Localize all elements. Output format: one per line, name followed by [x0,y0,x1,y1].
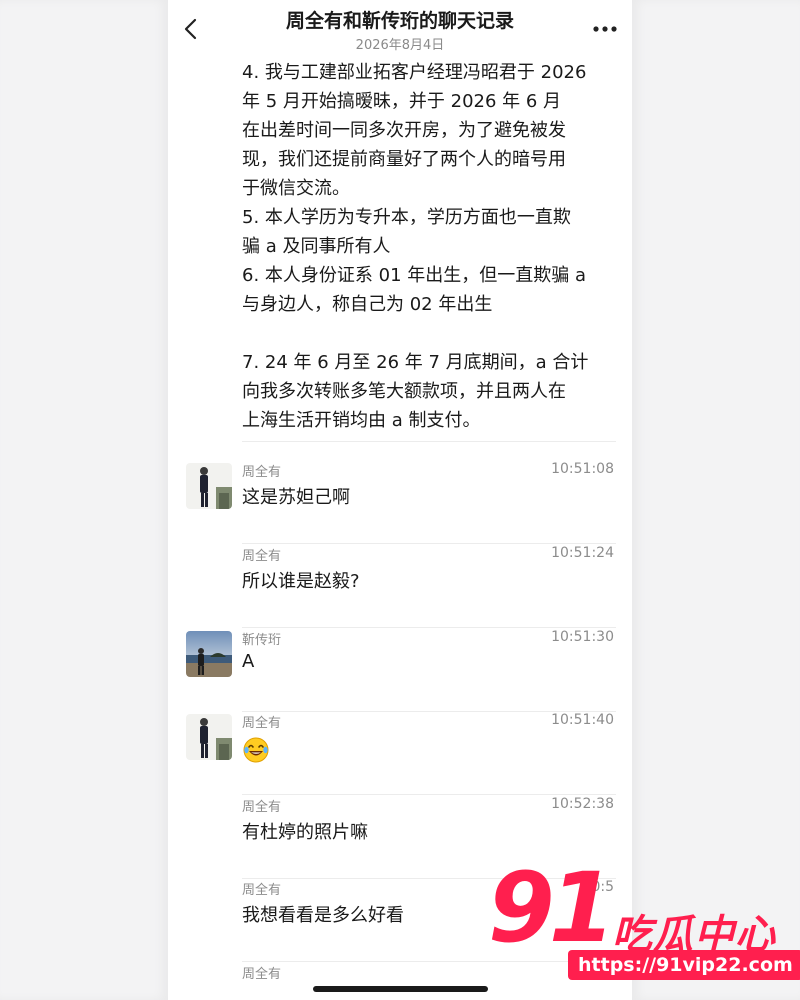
background-right [632,0,800,1000]
avatar[interactable] [186,631,232,677]
sender-name: 周全有 [242,716,282,731]
message-text: 这是苏妲己啊 [242,487,350,508]
message-time: 10:52:38 [551,796,614,812]
message-time: 10:51:30 [551,629,614,645]
header-bar: 周全有和靳传珩的聊天记录 2026年8月4日 [168,0,632,56]
chat-message: 周全有 10:51:40 [168,712,632,795]
message-time: 10:51:08 [551,461,614,477]
watermark-logo: 91 吃瓜中心 https://91vip22.com [488,852,800,986]
sender-name: 周全有 [242,549,282,564]
message-text [242,734,270,767]
sender-name: 周全有 [242,967,282,982]
message-text: A [242,651,255,672]
sender-name: 周全有 [242,883,282,898]
message-text: 所以谁是赵毅? [242,571,360,592]
chat-message: 周全有 10:51:24 所以谁是赵毅? [168,545,632,628]
chat-message: 周全有 10:51:08 这是苏妲己啊 [168,461,632,544]
divider [242,441,616,442]
divider [242,627,616,628]
message-text: 有杜婷的照片嘛 [242,822,368,843]
divider [242,794,616,795]
chevron-left-icon[interactable] [180,14,202,44]
sender-name: 周全有 [242,800,282,815]
page-title: 周全有和靳传珩的聊天记录 [285,10,514,32]
chat-date: 2026年8月4日 [355,38,445,53]
avatar[interactable] [186,714,232,760]
message-time: 10:51:40 [551,712,614,728]
watermark-url: https://91vip22.com [568,950,800,980]
chat-history-screen: 周全有和靳传珩的聊天记录 2026年8月4日 4. 我与工建部业拓客户经理冯昭君… [168,0,632,1000]
long-message-text: 4. 我与工建部业拓客户经理冯昭君于 2026 年 5 月开始搞暧昧，并于 20… [242,62,589,431]
sender-name: 周全有 [242,465,282,480]
avatar[interactable] [186,463,232,509]
sender-name: 靳传珩 [242,633,282,648]
background-left [0,0,168,1000]
chat-message: 靳传珩 10:51:30 A [168,629,632,712]
home-indicator[interactable] [313,986,488,992]
watermark-number: 91 [488,852,616,964]
message-text: 我想看看是多么好看 [242,905,404,926]
laughing-tears-emoji-icon [243,737,269,763]
divider [242,543,616,544]
more-dots-icon[interactable] [592,22,618,36]
message-time: 10:51:24 [551,545,614,561]
